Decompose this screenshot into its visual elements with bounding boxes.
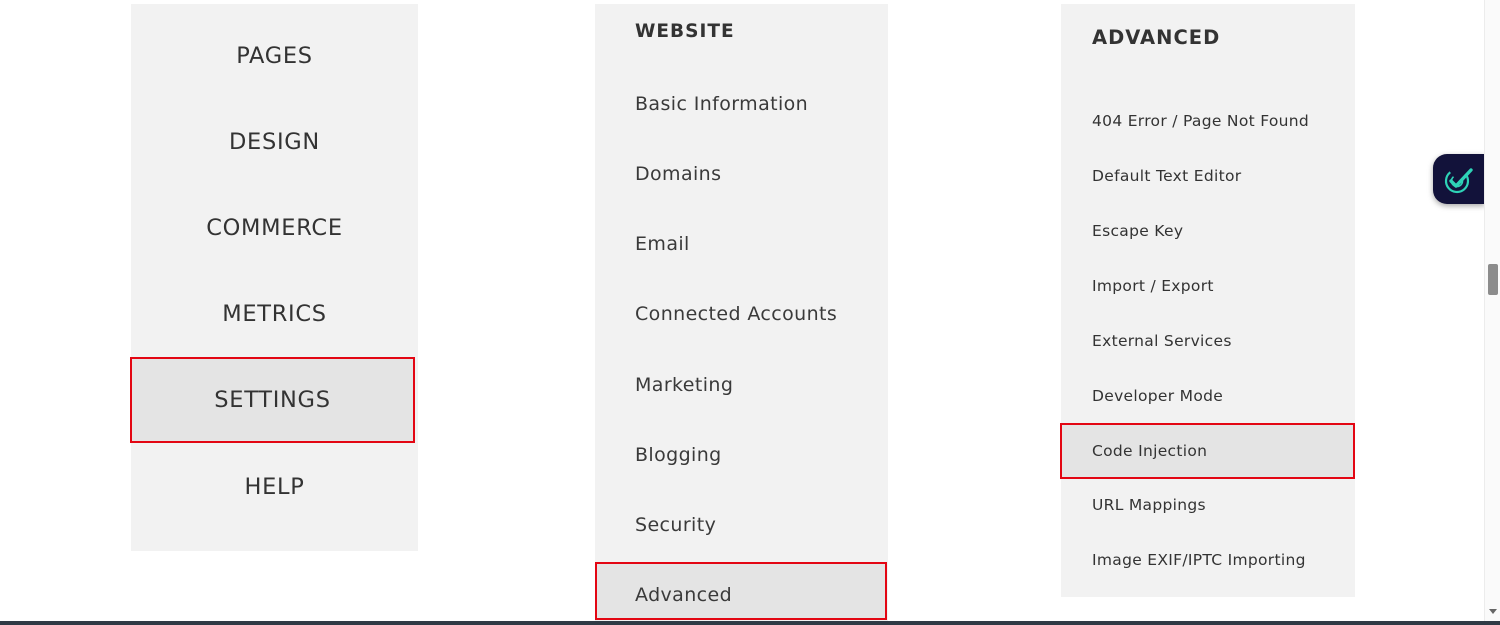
main-nav-item-metrics[interactable]: METRICS	[131, 294, 418, 334]
settings-item-email[interactable]: Email	[635, 229, 690, 259]
main-nav-label: DESIGN	[229, 129, 320, 155]
settings-item-security[interactable]: Security	[635, 510, 716, 540]
bottom-divider	[0, 621, 1500, 625]
main-nav-item-settings[interactable]: SETTINGS	[130, 357, 415, 443]
settings-nav-panel: WEBSITE Basic Information Domains Email …	[595, 4, 888, 625]
main-nav-item-help[interactable]: HELP	[131, 467, 418, 507]
advanced-panel-header: ADVANCED	[1092, 26, 1221, 49]
settings-item-advanced[interactable]: Advanced	[595, 562, 887, 620]
scroll-down-arrow-icon[interactable]	[1489, 609, 1497, 614]
advanced-item-developer-mode[interactable]: Developer Mode	[1092, 384, 1223, 408]
main-nav-label: COMMERCE	[206, 215, 343, 241]
settings-section-header: WEBSITE	[635, 21, 735, 42]
settings-item-label: Advanced	[635, 584, 733, 606]
advanced-item-label: Escape Key	[1092, 222, 1184, 240]
advanced-item-default-text-editor[interactable]: Default Text Editor	[1092, 164, 1241, 188]
main-nav-item-pages[interactable]: PAGES	[131, 36, 418, 76]
advanced-item-code-injection[interactable]: Code Injection	[1060, 423, 1355, 479]
main-nav-item-design[interactable]: DESIGN	[131, 122, 418, 162]
advanced-item-escape-key[interactable]: Escape Key	[1092, 219, 1183, 243]
settings-item-label: Marketing	[635, 374, 734, 396]
advanced-item-import-export[interactable]: Import / Export	[1092, 274, 1214, 298]
settings-item-blogging[interactable]: Blogging	[635, 440, 722, 470]
advanced-item-url-mappings[interactable]: URL Mappings	[1092, 493, 1206, 517]
page-scrollbar[interactable]	[1484, 0, 1500, 625]
settings-item-label: Domains	[635, 163, 722, 185]
scrollbar-thumb[interactable]	[1488, 264, 1498, 295]
advanced-item-label: Code Injection	[1092, 442, 1208, 460]
advanced-item-label: URL Mappings	[1092, 496, 1206, 514]
advanced-item-image-exif-iptc[interactable]: Image EXIF/IPTC Importing	[1092, 548, 1306, 572]
advanced-item-label: Developer Mode	[1092, 387, 1224, 405]
settings-item-label: Connected Accounts	[635, 303, 838, 325]
main-nav-label: METRICS	[222, 301, 327, 327]
floating-assistant-button[interactable]	[1433, 154, 1485, 204]
advanced-item-label: 404 Error / Page Not Found	[1092, 112, 1310, 130]
settings-item-label: Security	[635, 514, 717, 536]
settings-item-marketing[interactable]: Marketing	[635, 370, 733, 400]
advanced-item-label: External Services	[1092, 332, 1232, 350]
settings-screen: PAGES DESIGN COMMERCE METRICS SETTINGS H…	[0, 0, 1500, 625]
settings-item-basic-information[interactable]: Basic Information	[635, 89, 808, 119]
main-nav-label: PAGES	[236, 43, 313, 69]
settings-item-connected-accounts[interactable]: Connected Accounts	[635, 299, 837, 329]
settings-item-label: Blogging	[635, 444, 722, 466]
main-nav-item-commerce[interactable]: COMMERCE	[131, 208, 418, 248]
main-nav-label: HELP	[244, 474, 305, 500]
settings-item-label: Email	[635, 233, 690, 255]
advanced-item-label: Default Text Editor	[1092, 167, 1242, 185]
advanced-item-label: Image EXIF/IPTC Importing	[1092, 551, 1306, 569]
advanced-panel: ADVANCED 404 Error / Page Not Found Defa…	[1060, 4, 1355, 597]
advanced-item-external-services[interactable]: External Services	[1092, 329, 1232, 353]
advanced-item-label: Import / Export	[1092, 277, 1214, 295]
advanced-item-404-error[interactable]: 404 Error / Page Not Found	[1092, 109, 1309, 133]
main-nav-panel: PAGES DESIGN COMMERCE METRICS SETTINGS H…	[130, 4, 418, 551]
settings-item-domains[interactable]: Domains	[635, 159, 721, 189]
check-badge-icon	[1444, 168, 1473, 194]
main-nav-label: SETTINGS	[214, 387, 331, 413]
settings-item-label: Basic Information	[635, 93, 809, 115]
